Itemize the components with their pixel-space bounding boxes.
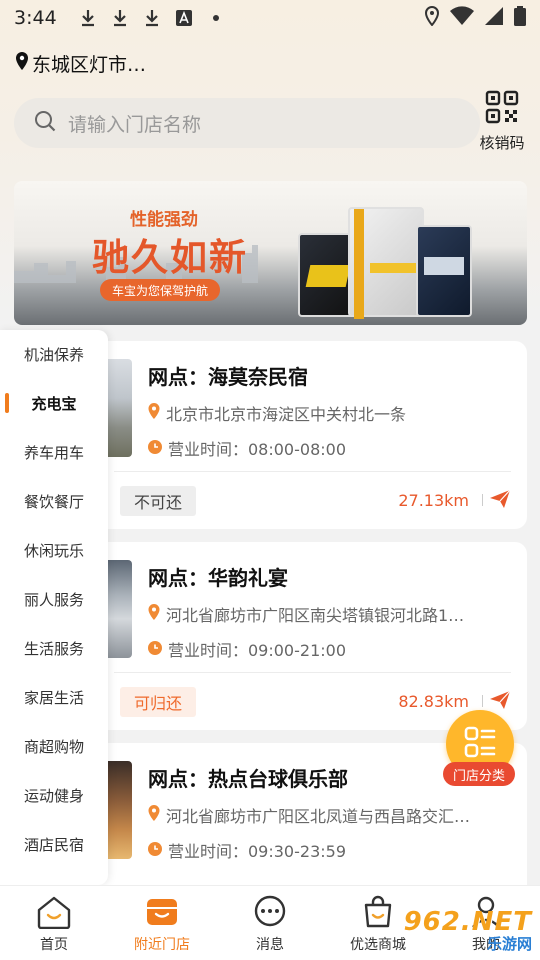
store-hours: 营业时间：09:00-21:00 [168,641,346,660]
category-label: 养车用车 [23,444,84,462]
banner-slogan-big: 驰久如新 [92,236,248,279]
search-placeholder: 请输入门店名称 [68,113,202,136]
location-text: 东城区灯市… [32,54,147,76]
oil-bottle-image [348,207,424,319]
category-item[interactable]: 机油保养 [0,330,108,379]
tab-label: 首页 [40,937,68,953]
category-label: 运动健身 [23,787,84,805]
download-icon [109,7,131,29]
category-item[interactable]: 餐饮餐厅 [0,477,108,526]
return-status-badge: 不可还 [120,486,197,516]
search-icon [34,110,56,136]
store-hours-row: 营业时间：09:30-23:59 [148,838,508,862]
status-time: 3:44 [14,7,57,29]
category-item[interactable]: 休闲玩乐 [0,526,108,575]
store-hours-row: 营业时间：09:00-21:00 [148,637,508,661]
address-pin-icon [148,604,160,624]
store-title: 网点：海莫奈民宿 [148,365,308,389]
store-title: 网点：热点台球俱乐部 [148,767,348,791]
battery-icon [514,5,526,31]
category-label: 餐饮餐厅 [23,493,84,511]
signal-icon [484,6,504,31]
category-item-active[interactable]: 充电宝 [0,379,108,428]
store-address: 北京市北京市海淀区中关村北一条 [166,405,407,424]
category-item[interactable]: 生活服务 [0,624,108,673]
store-address: 河北省廊坊市广阳区南尖塔镇银河北路1… [166,606,465,625]
verification-code-button[interactable]: 核销码 [470,90,534,156]
category-item[interactable]: 丽人服务 [0,575,108,624]
store-hours-row: 营业时间：08:00-08:00 [148,436,508,460]
store-category-label[interactable]: 门店分类 [443,762,516,786]
app-notification-icon [173,7,195,29]
category-item[interactable]: 酒店民宿 [0,820,108,869]
verification-code-label: 核销码 [479,134,525,152]
store-hours: 营业时间：09:30-23:59 [168,842,346,861]
wifi-icon [450,5,474,31]
store-distance: 82.83km [398,692,469,711]
status-bar: 3:44 [0,0,540,36]
location-status-icon [424,5,440,31]
dot-icon [205,7,227,29]
location-selector[interactable]: 东城区灯市… [14,50,146,77]
return-status-badge: 可归还 [120,687,197,717]
tab-messages[interactable]: 消息 [216,886,324,960]
card-divider [114,672,511,673]
promo-banner[interactable]: 性能强劲 驰久如新 车宝为您保驾护航 [14,181,527,325]
banner-pill: 车宝为您保驾护航 [100,279,221,301]
category-label: 机油保养 [23,346,84,364]
location-pin-icon [14,51,32,76]
navigate-icon[interactable] [489,690,511,714]
list-icon [463,725,497,763]
card-divider [114,471,511,472]
distance-separator [482,494,483,506]
tab-nearby-stores[interactable]: 附近门店 [108,886,216,960]
tab-label: 附近门店 [134,937,190,953]
store-address-row: 北京市北京市海淀区中关村北一条 [148,401,508,425]
search-input[interactable]: 请输入门店名称 [14,98,480,148]
clock-icon [148,640,162,659]
tab-home[interactable]: 首页 [0,886,108,960]
tab-label: 消息 [256,937,284,953]
message-icon [250,892,290,932]
category-item[interactable]: 商超购物 [0,722,108,771]
watermark-logo: 962.NET 乐游网 [390,900,540,960]
download-icon [141,7,163,29]
category-sidebar: 机油保养 充电宝 养车用车 餐饮餐厅 休闲玩乐 丽人服务 生活服务 家居生活 商… [0,330,108,885]
home-icon [34,892,74,932]
watermark-site-text: 乐游网 [486,934,532,953]
category-label: 家居生活 [23,689,84,707]
oil-bottle-image [416,225,472,317]
store-icon [142,892,182,932]
category-label: 充电宝 [31,395,77,413]
category-label: 休闲玩乐 [23,542,84,560]
distance-separator [482,695,483,707]
address-pin-icon [148,805,160,825]
category-label: 商超购物 [23,738,84,756]
category-label: 丽人服务 [23,591,84,609]
category-label: 酒店民宿 [23,836,84,854]
address-pin-icon [148,403,160,423]
store-address-row: 河北省廊坊市广阳区南尖塔镇银河北路1… [148,602,508,626]
category-item[interactable]: 运动健身 [0,771,108,820]
store-hours: 营业时间：08:00-08:00 [168,440,346,459]
qr-code-icon [485,90,519,128]
store-distance: 27.13km [398,491,469,510]
category-label: 生活服务 [23,640,84,658]
download-icon [77,7,99,29]
clock-icon [148,841,162,860]
navigate-icon[interactable] [489,489,511,513]
store-address-row: 河北省廊坊市广阳区北凤道与西昌路交汇… [148,803,508,827]
clock-icon [148,439,162,458]
store-address: 河北省廊坊市广阳区北凤道与西昌路交汇… [166,807,471,826]
store-title: 网点：华韵礼宴 [148,566,288,590]
category-item[interactable]: 养车用车 [0,428,108,477]
category-item[interactable]: 家居生活 [0,673,108,722]
